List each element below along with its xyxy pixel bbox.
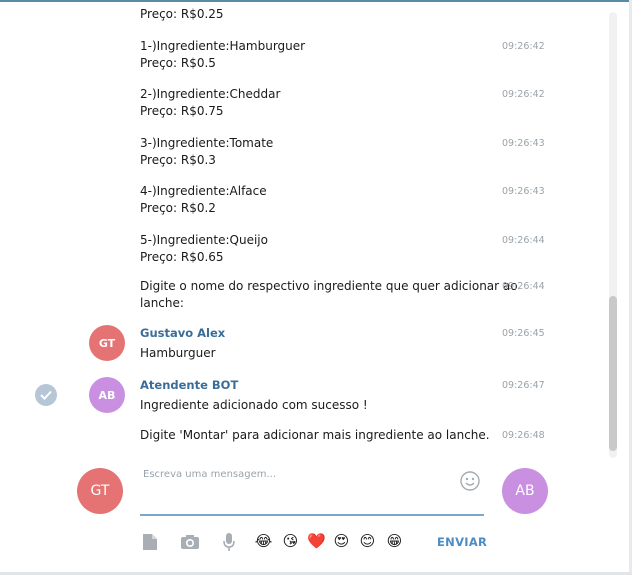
message-time: 09:26:43 (502, 138, 545, 149)
emoji-heart-icon[interactable]: ❤️ (307, 532, 326, 551)
message-time: 09:26:45 (502, 328, 545, 339)
emoji-kiss-icon[interactable]: 😘 (281, 532, 300, 551)
microphone-icon[interactable] (219, 532, 239, 552)
message-line: 3-)Ingrediente:Tomate (140, 136, 274, 150)
user-avatar[interactable]: GT (77, 468, 123, 514)
emoji-grin-icon[interactable]: 😁 (385, 532, 404, 551)
message-text: 5-)Ingrediente:Queijo Preço: R$0.65 (140, 232, 268, 265)
message-text: Digite o nome do respectivo ingrediente … (140, 278, 518, 311)
message-line: 2-)Ingrediente:Cheddar (140, 87, 281, 101)
message-text: 4-)Ingrediente:Alface Preço: R$0.2 (140, 183, 267, 216)
scrollbar-thumb[interactable] (609, 296, 617, 451)
message-line: Preço: R$0.65 (140, 249, 224, 264)
emoji-smile-icon[interactable]: 😊 (358, 532, 377, 551)
message-text: Digite 'Montar' para adicionar mais ingr… (140, 427, 490, 444)
message-line: Digite 'Montar' para adicionar mais ingr… (140, 428, 490, 442)
message-line: Preço: R$0.3 (140, 152, 216, 167)
message-time: 09:26:42 (502, 89, 545, 100)
message-line: Preço: R$0.75 (140, 103, 224, 118)
message-line: Preço: R$0.2 (140, 200, 216, 215)
message-text: 3-)Ingrediente:Tomate Preço: R$0.3 (140, 135, 273, 168)
message-time: 09:26:44 (502, 281, 545, 292)
message-text: 2-)Ingrediente:Cheddar Preço: R$0.75 (140, 86, 280, 119)
sender-name[interactable]: Gustavo Alex (140, 326, 225, 340)
emoji-heart-eyes-icon[interactable]: 😍 (332, 532, 351, 551)
message-line: Hamburguer (140, 346, 216, 360)
message-time: 09:26:42 (502, 41, 545, 52)
message-time: 09:26:43 (502, 186, 545, 197)
emoji-laughing-icon[interactable]: 😂 (254, 532, 273, 551)
message-line: 5-)Ingrediente:Queijo (140, 233, 268, 247)
peer-avatar[interactable]: AB (502, 468, 548, 514)
message-input[interactable] (140, 463, 484, 486)
avatar-atendente[interactable]: AB (89, 377, 125, 413)
message-text: 1-)Ingrediente:Hamburguer Preço: R$0.5 (140, 38, 305, 71)
message-line: lanche: (140, 295, 184, 310)
message-line: Preço: R$0.5 (140, 55, 216, 70)
message-time: 09:26:47 (502, 380, 545, 391)
document-icon[interactable] (140, 532, 160, 552)
avatar-gustavo[interactable]: GT (89, 325, 125, 361)
check-circle-icon (35, 384, 57, 406)
message-text: Hamburguer (140, 345, 216, 362)
camera-icon[interactable] (180, 532, 200, 552)
message-line: Digite o nome do respectivo ingrediente … (140, 279, 518, 293)
message-time: 09:26:48 (502, 430, 545, 441)
message-line: 1-)Ingrediente:Hamburguer (140, 39, 306, 53)
smiley-icon[interactable] (460, 471, 480, 491)
message-line: Preço: R$0.25 (140, 7, 224, 21)
window-top-border (0, 0, 632, 2)
message-time: 09:26:44 (502, 235, 545, 246)
sender-name[interactable]: Atendente BOT (140, 378, 238, 392)
message-input-area[interactable] (140, 462, 484, 516)
message-line: 4-)Ingrediente:Alface (140, 184, 267, 198)
message-text: Ingrediente adicionado com sucesso ! (140, 397, 368, 414)
send-button[interactable]: ENVIAR (437, 535, 487, 549)
message-text: Preço: R$0.25 (140, 6, 224, 23)
message-line: Ingrediente adicionado com sucesso ! (140, 398, 368, 412)
